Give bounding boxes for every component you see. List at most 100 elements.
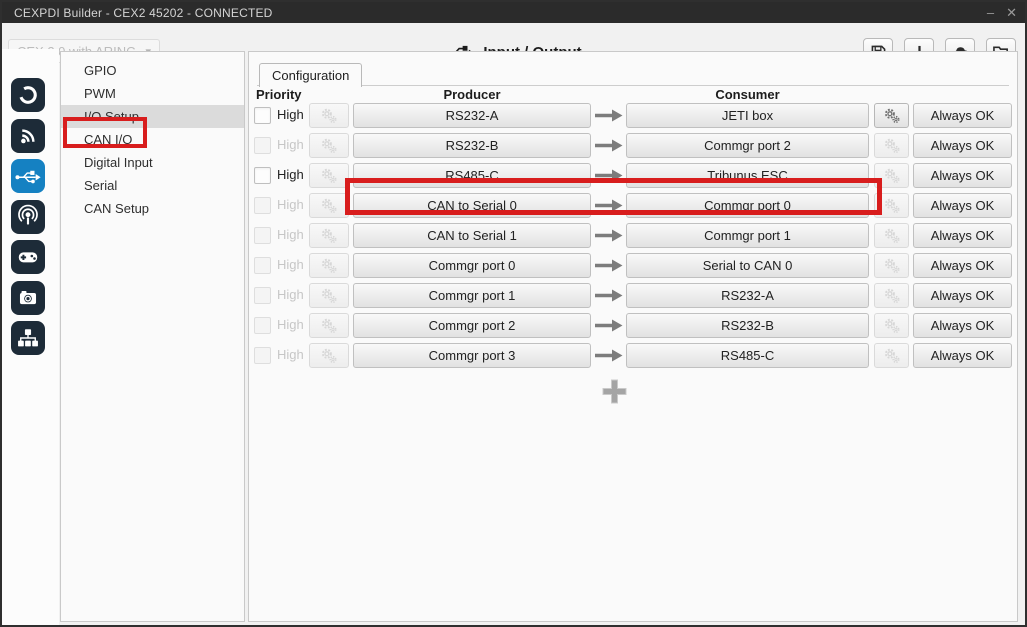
producer-settings-button[interactable] (309, 313, 349, 338)
consumer-button[interactable]: Commgr port 2 (626, 133, 869, 158)
consumer-settings-button[interactable] (874, 163, 909, 188)
priority-label: High (277, 167, 304, 182)
gears-icon (883, 347, 901, 364)
priority-label: High (277, 257, 304, 272)
producer-button[interactable]: Commgr port 3 (353, 343, 591, 368)
consumer-settings-button[interactable] (874, 193, 909, 218)
module-gauge-button[interactable] (11, 78, 45, 112)
nav-item-pwm[interactable]: PWM (61, 82, 244, 105)
module-gamepad-button[interactable] (11, 240, 45, 274)
condition-button[interactable]: Always OK (913, 343, 1012, 368)
condition-button[interactable]: Always OK (913, 313, 1012, 338)
producer-settings-button[interactable] (309, 223, 349, 248)
consumer-settings-button[interactable] (874, 283, 909, 308)
producer-settings-button[interactable] (309, 283, 349, 308)
module-podcast-button[interactable] (11, 200, 45, 234)
minimize-button[interactable]: – (987, 2, 994, 23)
consumer-button[interactable]: Commgr port 0 (626, 193, 869, 218)
priority-label: High (277, 317, 304, 332)
priority-checkbox[interactable] (254, 197, 271, 214)
priority-label: High (277, 197, 304, 212)
producer-button[interactable]: CAN to Serial 0 (353, 193, 591, 218)
table-row: High Commgr port 2 RS232-B Always OK (249, 313, 1017, 338)
arrow-right-icon (595, 319, 623, 332)
table-row: High Commgr port 1 RS232-A Always OK (249, 283, 1017, 308)
consumer-button[interactable]: RS485-C (626, 343, 869, 368)
title-bar: CEXPDI Builder - CEX2 45202 - CONNECTED … (2, 2, 1025, 23)
module-io-button[interactable] (11, 159, 45, 193)
priority-checkbox[interactable] (254, 137, 271, 154)
consumer-settings-button[interactable] (874, 133, 909, 158)
condition-button[interactable]: Always OK (913, 163, 1012, 188)
producer-settings-button[interactable] (309, 133, 349, 158)
arrow-right-icon (595, 199, 623, 212)
gears-icon (883, 197, 901, 214)
condition-button[interactable]: Always OK (913, 283, 1012, 308)
producer-settings-button[interactable] (309, 163, 349, 188)
close-button[interactable]: ✕ (1006, 2, 1017, 23)
gears-icon (883, 137, 901, 154)
producer-settings-button[interactable] (309, 343, 349, 368)
producer-settings-button[interactable] (309, 193, 349, 218)
priority-checkbox[interactable] (254, 167, 271, 184)
consumer-button[interactable]: Tribunus ESC (626, 163, 869, 188)
priority-checkbox[interactable] (254, 227, 271, 244)
nav-item-serial[interactable]: Serial (61, 174, 244, 197)
consumer-button[interactable]: JETI box (626, 103, 869, 128)
table-row: High CAN to Serial 0 Commgr port 0 Alway… (249, 193, 1017, 218)
condition-button[interactable]: Always OK (913, 223, 1012, 248)
producer-settings-button[interactable] (309, 103, 349, 128)
io-config-panel: Configuration Priority Producer Consumer… (248, 51, 1018, 622)
consumer-settings-button[interactable] (874, 103, 909, 128)
consumer-settings-button[interactable] (874, 343, 909, 368)
nav-item-can-setup[interactable]: CAN Setup (61, 197, 244, 220)
priority-checkbox[interactable] (254, 287, 271, 304)
condition-button[interactable]: Always OK (913, 193, 1012, 218)
producer-settings-button[interactable] (309, 253, 349, 278)
nav-item-io-setup[interactable]: I/O Setup (61, 105, 244, 128)
nav-item-digital-input[interactable]: Digital Input (61, 151, 244, 174)
producer-button[interactable]: RS232-B (353, 133, 591, 158)
priority-checkbox[interactable] (254, 257, 271, 274)
consumer-button[interactable]: RS232-B (626, 313, 869, 338)
gears-icon (320, 287, 338, 304)
consumer-button[interactable]: Serial to CAN 0 (626, 253, 869, 278)
arrow-right-icon (595, 259, 623, 272)
condition-button[interactable]: Always OK (913, 253, 1012, 278)
tab-divider (257, 85, 1009, 86)
condition-button[interactable]: Always OK (913, 133, 1012, 158)
producer-button[interactable]: Commgr port 0 (353, 253, 591, 278)
priority-label: High (277, 137, 304, 152)
module-rss-button[interactable] (11, 119, 45, 153)
table-row: High CAN to Serial 1 Commgr port 1 Alway… (249, 223, 1017, 248)
consumer-button[interactable]: RS232-A (626, 283, 869, 308)
nav-item-can-io[interactable]: CAN I/O (61, 128, 244, 151)
consumer-settings-button[interactable] (874, 253, 909, 278)
producer-button[interactable]: CAN to Serial 1 (353, 223, 591, 248)
producer-button[interactable]: Commgr port 1 (353, 283, 591, 308)
producer-button[interactable]: RS485-C (353, 163, 591, 188)
add-route-button[interactable] (601, 378, 628, 405)
module-camera-button[interactable] (11, 281, 45, 315)
nav-item-gpio[interactable]: GPIO (61, 59, 244, 82)
consumer-button[interactable]: Commgr port 1 (626, 223, 869, 248)
gears-icon (883, 107, 901, 124)
module-network-button[interactable] (11, 321, 45, 355)
priority-label: High (277, 347, 304, 362)
app-window: CEXPDI Builder - CEX2 45202 - CONNECTED … (0, 0, 1027, 627)
gears-icon (320, 257, 338, 274)
producer-button[interactable]: RS232-A (353, 103, 591, 128)
consumer-settings-button[interactable] (874, 313, 909, 338)
camera-icon (15, 285, 41, 311)
priority-checkbox[interactable] (254, 347, 271, 364)
priority-checkbox[interactable] (254, 107, 271, 124)
condition-button[interactable]: Always OK (913, 103, 1012, 128)
gears-icon (883, 257, 901, 274)
table-row: High Commgr port 3 RS485-C Always OK (249, 343, 1017, 368)
plus-icon (601, 378, 628, 405)
tab-configuration[interactable]: Configuration (259, 63, 362, 87)
priority-checkbox[interactable] (254, 317, 271, 334)
gears-icon (320, 317, 338, 334)
producer-button[interactable]: Commgr port 2 (353, 313, 591, 338)
consumer-settings-button[interactable] (874, 223, 909, 248)
